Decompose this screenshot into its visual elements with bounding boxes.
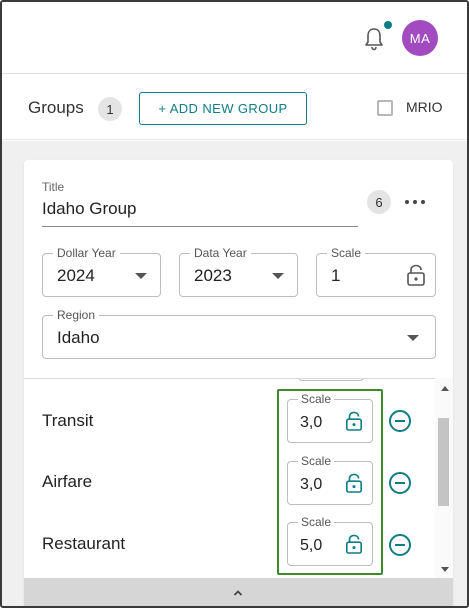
- lock-open-icon[interactable]: [345, 534, 363, 554]
- item-scale-value: 5,0: [300, 537, 323, 554]
- dollar-year-label: Dollar Year: [53, 246, 120, 260]
- title-field-label: Title: [42, 180, 65, 194]
- lock-open-icon[interactable]: [345, 411, 363, 431]
- item-name-restaurant: Restaurant: [42, 534, 126, 553]
- mrio-label: MRIO: [406, 99, 443, 115]
- group-scale-input[interactable]: Scale 1: [316, 246, 436, 297]
- scroll-up-arrow-icon[interactable]: [441, 386, 449, 391]
- app-frame: MA Groups 1 + ADD NEW GROUP MRIO Title I…: [0, 0, 469, 608]
- list-scrollbar[interactable]: [435, 378, 453, 578]
- dollar-year-select[interactable]: Dollar Year 2024: [42, 246, 161, 297]
- chevron-down-icon: [272, 273, 284, 279]
- region-label: Region: [53, 308, 100, 322]
- chevron-down-icon: [135, 273, 147, 279]
- scroll-down-arrow-icon[interactable]: [441, 567, 449, 572]
- mrio-checkbox[interactable]: [377, 100, 393, 116]
- scroll-thumb[interactable]: [438, 418, 449, 506]
- collapse-bar[interactable]: [24, 578, 453, 606]
- region-value: Idaho: [57, 328, 100, 347]
- groups-count-badge: 1: [98, 97, 122, 121]
- add-new-group-button[interactable]: + ADD NEW GROUP: [139, 92, 307, 125]
- chevron-up-icon[interactable]: [233, 588, 243, 598]
- title-input[interactable]: Idaho Group: [42, 197, 358, 227]
- remove-item-icon[interactable]: [388, 471, 412, 495]
- item-name-airfare: Airfare: [42, 472, 93, 491]
- item-scale-input[interactable]: Scale 3,0: [287, 392, 373, 443]
- top-bar: MA: [2, 2, 467, 74]
- region-select[interactable]: Region Idaho: [42, 308, 436, 359]
- item-scale-label: Scale: [298, 515, 335, 529]
- notification-dot: [384, 21, 392, 29]
- item-scale-input[interactable]: Scale 3,0: [287, 454, 373, 505]
- item-scale-input[interactable]: Scale 5,0: [287, 515, 373, 566]
- item-scale-value: 3,0: [300, 476, 323, 493]
- dollar-year-value: 2024: [57, 266, 95, 285]
- item-scale-value: 3,0: [300, 414, 323, 431]
- item-count-badge: 6: [367, 190, 391, 214]
- item-name-transit: Transit: [42, 411, 94, 430]
- partial-scale-field: [298, 379, 364, 381]
- group-scale-value: 1: [331, 266, 341, 285]
- avatar[interactable]: MA: [402, 20, 438, 56]
- groups-label: Groups: [28, 98, 84, 117]
- group-scale-label: Scale: [327, 246, 366, 260]
- data-year-select[interactable]: Data Year 2023: [179, 246, 298, 297]
- group-items-list: Transit Scale 3,0 Airfare Scale 3,0 Rest…: [24, 378, 453, 578]
- more-horizontal-icon[interactable]: [402, 192, 428, 212]
- data-year-label: Data Year: [190, 246, 251, 260]
- data-year-value: 2023: [194, 266, 232, 285]
- remove-item-icon[interactable]: [388, 533, 412, 557]
- item-scale-label: Scale: [298, 392, 335, 406]
- lock-open-icon[interactable]: [406, 264, 426, 286]
- item-scale-label: Scale: [298, 454, 335, 468]
- remove-item-icon[interactable]: [388, 409, 412, 433]
- chevron-down-icon: [407, 335, 419, 341]
- bell-icon[interactable]: [362, 26, 386, 52]
- groups-bar: Groups 1 + ADD NEW GROUP MRIO: [2, 74, 467, 140]
- lock-open-icon[interactable]: [345, 473, 363, 493]
- group-card: Title Idaho Group 6 Dollar Year 2024 Dat…: [24, 160, 453, 606]
